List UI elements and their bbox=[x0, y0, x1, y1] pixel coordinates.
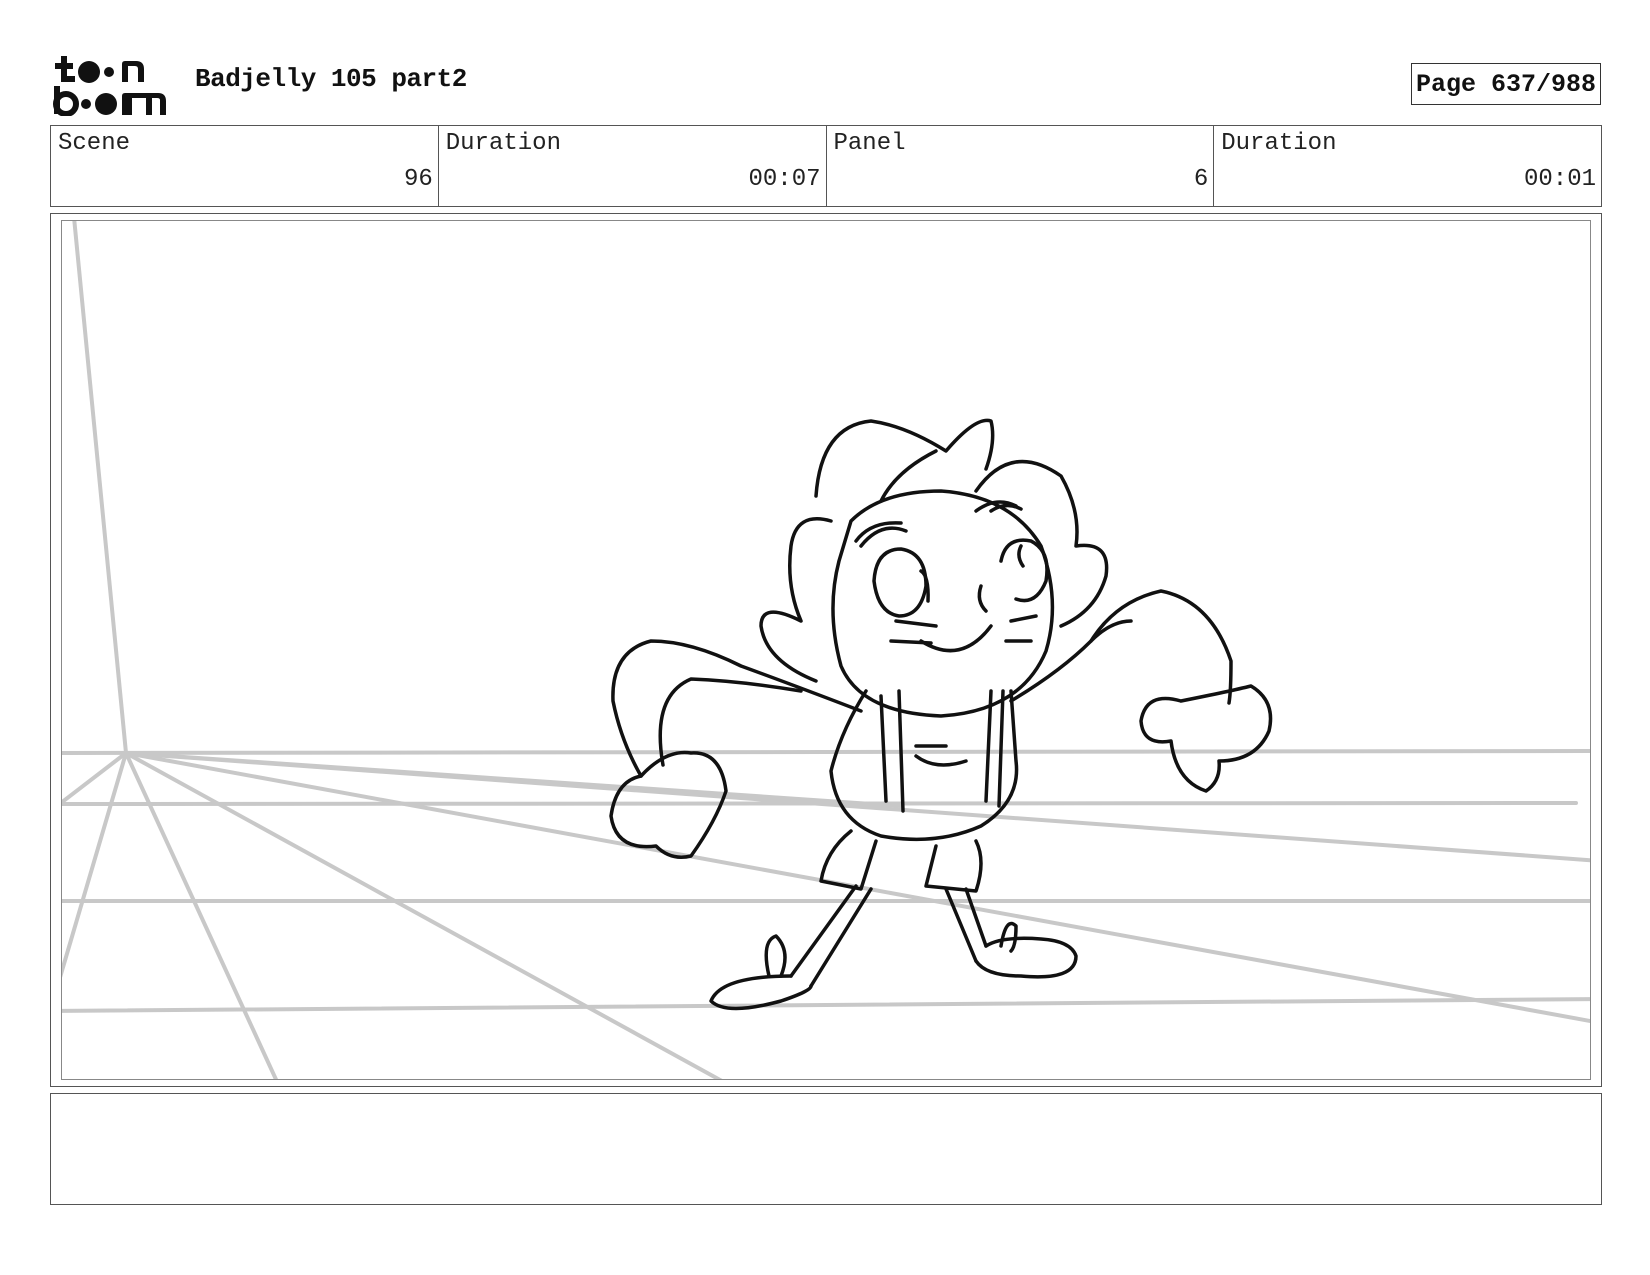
scene-duration-value: 00:07 bbox=[748, 166, 821, 193]
storyboard-sketch bbox=[62, 221, 1590, 1079]
scene-value: 96 bbox=[403, 166, 433, 193]
storyboard-title: Badjelly 105 part2 bbox=[195, 64, 467, 94]
page-number: Page 637/988 bbox=[1411, 63, 1601, 105]
perspective-guides bbox=[62, 221, 1590, 1079]
scene-info-table: Scene 96 Duration 00:07 Panel 6 Duration… bbox=[50, 125, 1602, 207]
panel-duration-value: 00:01 bbox=[1523, 166, 1596, 193]
panel-cell: Panel 6 bbox=[827, 126, 1215, 206]
character-sketch bbox=[609, 418, 1273, 1011]
panel-label: Panel bbox=[833, 130, 906, 157]
panel-notes-box bbox=[50, 1093, 1602, 1205]
toon-boom-logo bbox=[53, 56, 166, 116]
scene-label: Scene bbox=[58, 130, 131, 157]
scene-duration-cell: Duration 00:07 bbox=[439, 126, 827, 206]
panel-value: 6 bbox=[1193, 166, 1209, 193]
scene-cell: Scene 96 bbox=[51, 126, 439, 206]
panel-duration-label: Duration bbox=[1221, 130, 1337, 157]
panel-duration-cell: Duration 00:01 bbox=[1214, 126, 1601, 206]
panel-drawing-area bbox=[61, 220, 1591, 1080]
scene-duration-label: Duration bbox=[445, 130, 561, 157]
